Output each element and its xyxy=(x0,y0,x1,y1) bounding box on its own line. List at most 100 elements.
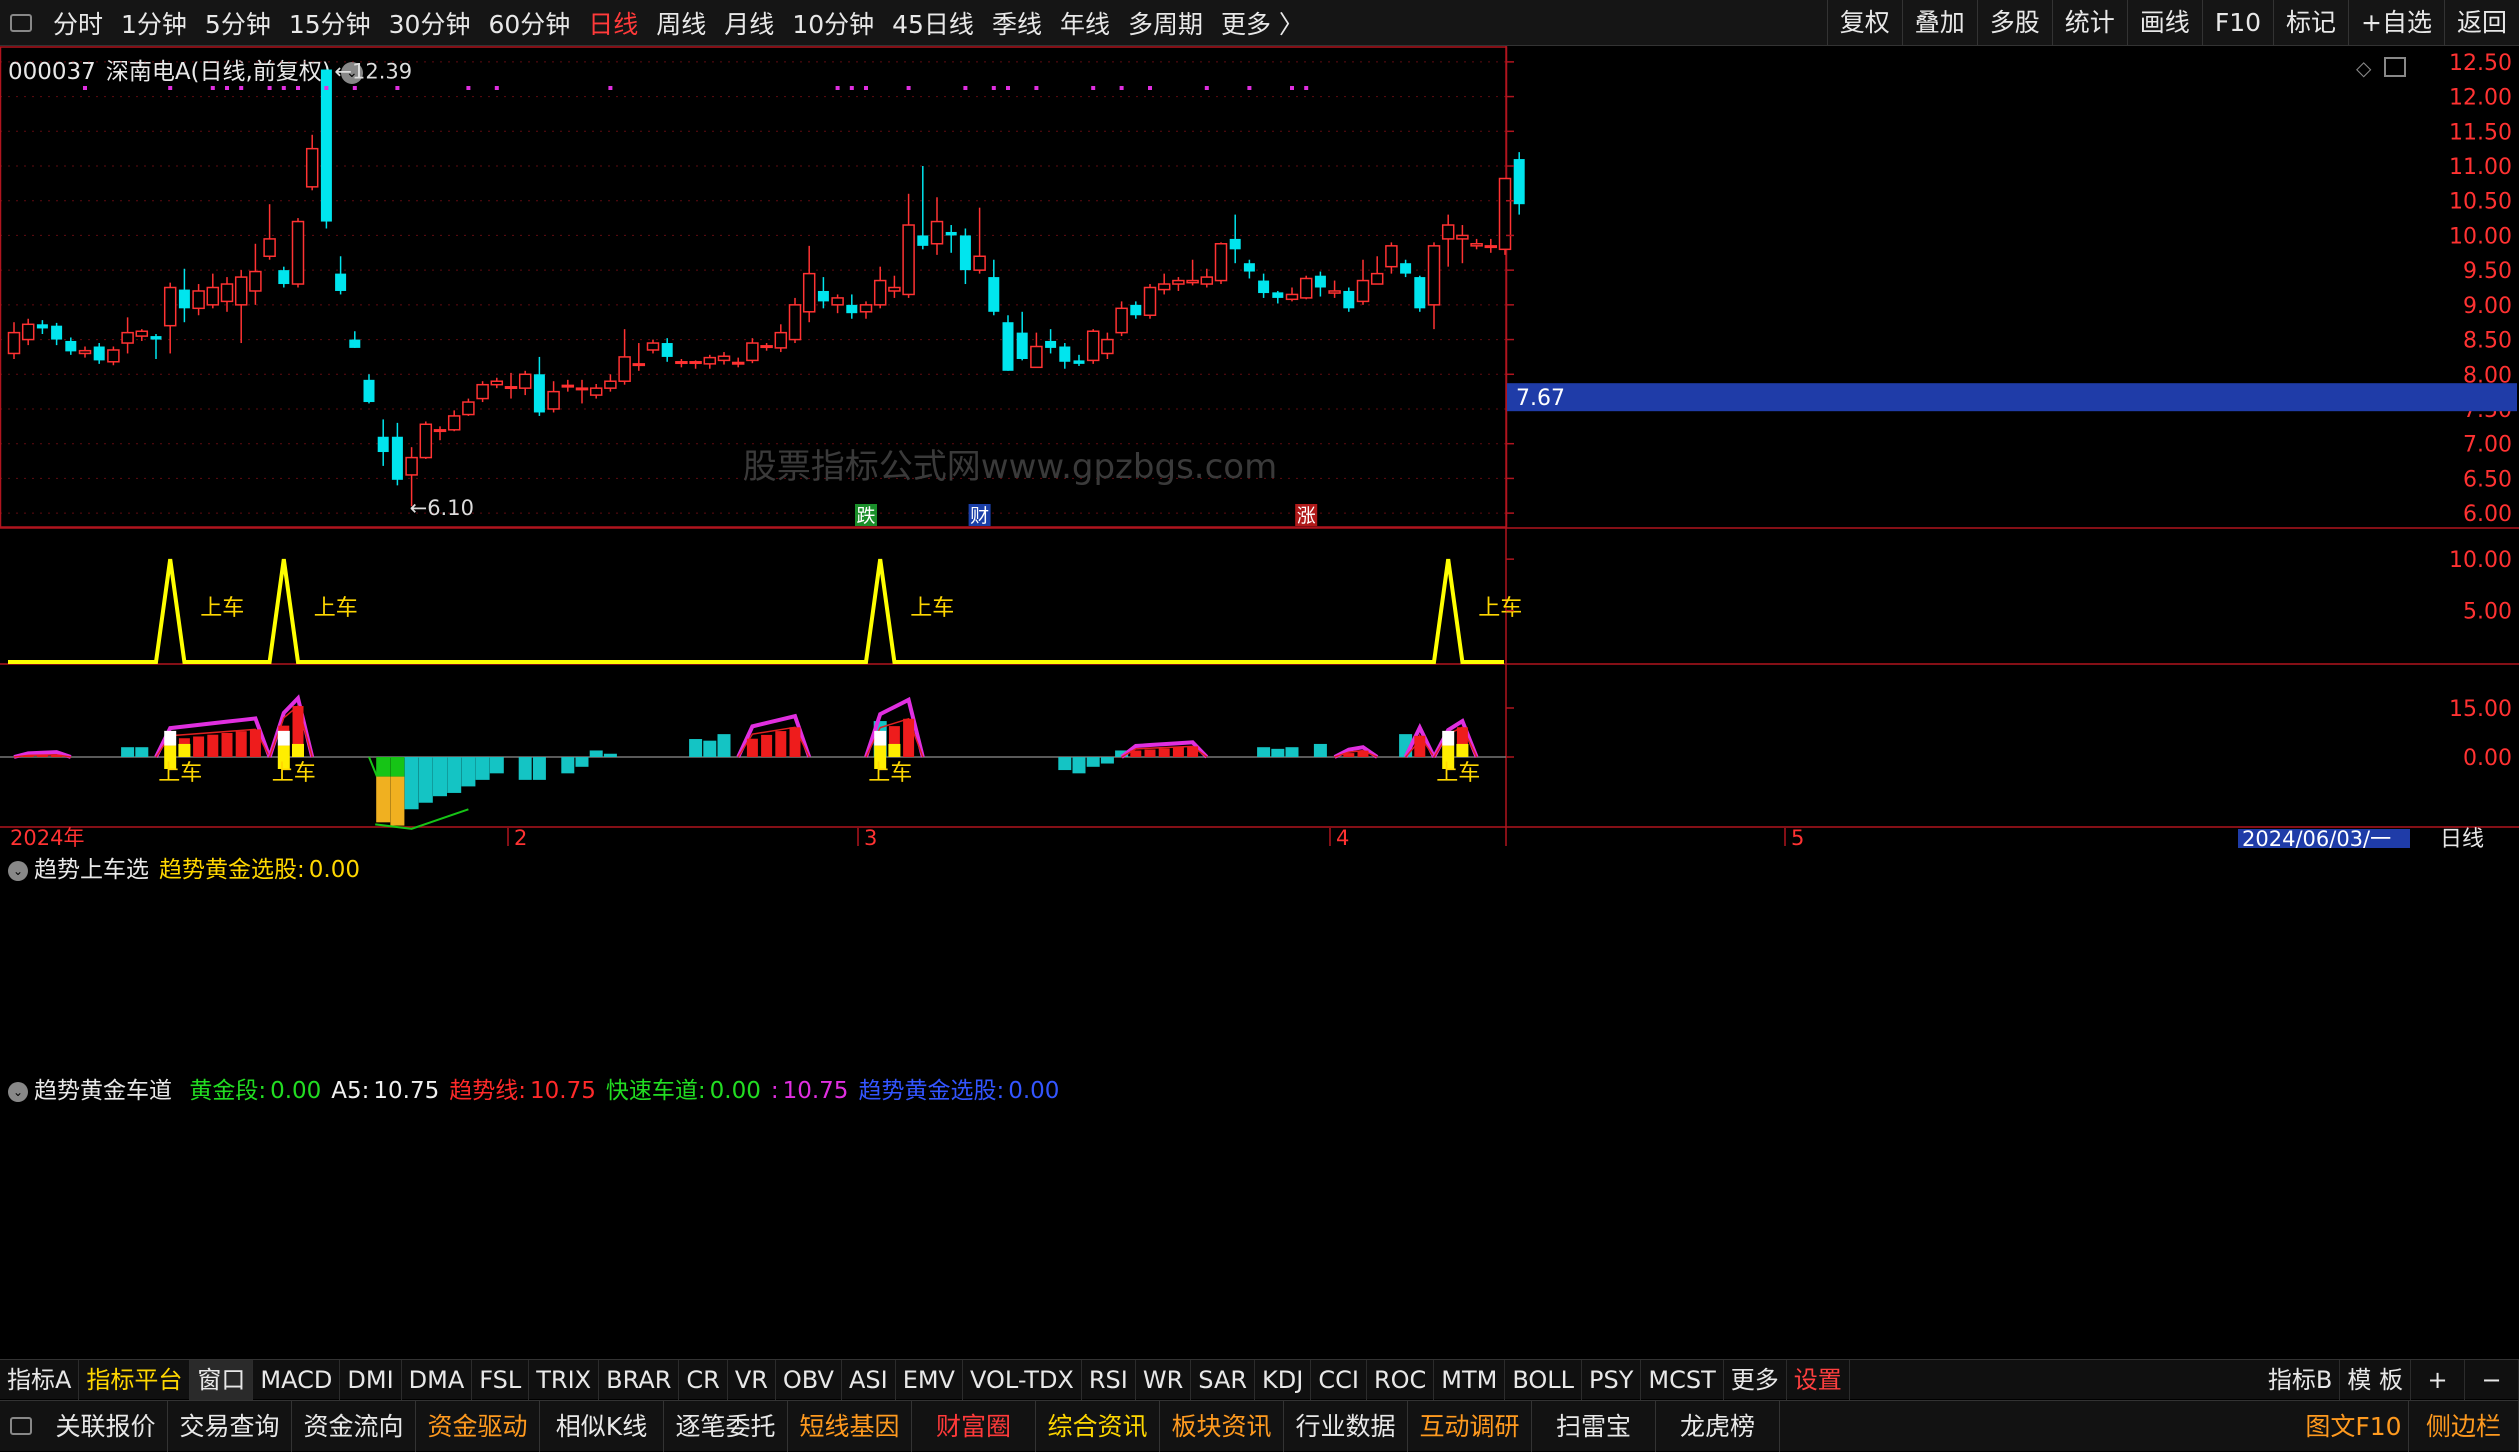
red-bar-0-2 xyxy=(36,755,48,757)
red-bar-3-55 xyxy=(789,727,801,757)
period-tab-8[interactable]: 月线 xyxy=(715,5,783,41)
indicator-right-1[interactable]: 模 板 xyxy=(2340,1360,2411,1400)
indicator-tab-26[interactable]: 设置 xyxy=(1787,1359,1850,1400)
function-tab-4[interactable]: 相似K线 xyxy=(540,1400,664,1452)
indicator-tab-22[interactable]: BOLL xyxy=(1505,1359,1583,1400)
indicator-tab-23[interactable]: PSY xyxy=(1582,1359,1642,1400)
period-tab-1[interactable]: 1分钟 xyxy=(112,5,196,41)
period-tab-3[interactable]: 15分钟 xyxy=(280,5,380,41)
window-menu-icon[interactable] xyxy=(10,13,32,32)
gold-block-cyan-9 xyxy=(489,757,504,774)
cyan-neg-bar-0 xyxy=(518,757,532,780)
signal-dot-14 xyxy=(835,86,840,90)
function-tab-3[interactable]: 资金驱动 xyxy=(416,1400,540,1452)
indicator-right-2[interactable]: + xyxy=(2411,1360,2465,1400)
yellow-bar-2a xyxy=(874,745,887,757)
candle-body-81 xyxy=(1157,283,1171,291)
indicator-right-0[interactable]: 指标B xyxy=(2261,1360,2341,1400)
indicator-tab-8[interactable]: BRAR xyxy=(599,1359,680,1400)
p1-tick-1: 5.00 xyxy=(2463,600,2512,625)
gold-block-cyan-8 xyxy=(475,757,490,780)
indicator-tab-1[interactable]: 指标平台 xyxy=(79,1359,191,1400)
top-button-7[interactable]: +自选 xyxy=(2348,0,2444,46)
period-tab-6[interactable]: 日线 xyxy=(579,5,647,41)
indicator-tab-19[interactable]: CCI xyxy=(1311,1359,1367,1400)
candle-body-76 xyxy=(1086,330,1100,362)
indicator-tab-5[interactable]: DMA xyxy=(402,1359,473,1400)
cyan-bar-7 xyxy=(1072,757,1086,774)
signal-dot-10 xyxy=(395,86,400,90)
indicator-tab-14[interactable]: VOL-TDX xyxy=(963,1359,1082,1400)
indicator-tab-20[interactable]: ROC xyxy=(1367,1359,1435,1400)
top-button-0[interactable]: 复权 xyxy=(1826,0,1902,46)
date-label-2: 3 xyxy=(864,826,877,850)
indicator-tab-12[interactable]: ASI xyxy=(842,1359,896,1400)
function-tab-5[interactable]: 逐笔委托 xyxy=(664,1400,788,1452)
indicator-tab-0[interactable]: 指标A xyxy=(0,1359,80,1400)
indicator-tab-18[interactable]: KDJ xyxy=(1255,1359,1312,1400)
function-tab-6[interactable]: 短线基因 xyxy=(788,1400,912,1452)
indicator-tab-7[interactable]: TRIX xyxy=(529,1359,600,1400)
top-button-8[interactable]: 返回 xyxy=(2443,0,2519,46)
signal-dot-24 xyxy=(1148,86,1152,90)
function-tab-11[interactable]: 互动调研 xyxy=(1408,1400,1532,1452)
cyan-bar-14 xyxy=(1313,743,1327,757)
function-tab-12[interactable]: 扫雷宝 xyxy=(1532,1400,1656,1452)
period-tab-0[interactable]: 分时 xyxy=(44,5,112,41)
indicator-tab-11[interactable]: OBV xyxy=(776,1359,842,1400)
function-tab-8[interactable]: 综合资讯 xyxy=(1036,1400,1160,1452)
indicator-tab-4[interactable]: DMI xyxy=(340,1359,402,1400)
candle-body-79 xyxy=(1130,304,1142,316)
function-tab-10[interactable]: 行业数据 xyxy=(1284,1400,1408,1452)
indicator-tab-3[interactable]: MACD xyxy=(253,1359,341,1400)
red-bar-5-79 xyxy=(1130,750,1142,757)
period-tab-2[interactable]: 5分钟 xyxy=(196,5,280,41)
period-tab-7[interactable]: 周线 xyxy=(647,5,715,41)
chart-area: 股票指标公式网www.gpzbgs.com ←12.39←6.10 跌财涨 上车上… xyxy=(0,46,2519,852)
top-button-4[interactable]: 画线 xyxy=(2126,0,2202,46)
indicator-tab-15[interactable]: RSI xyxy=(1082,1359,1136,1400)
top-button-1[interactable]: 叠加 xyxy=(1901,0,1977,46)
function-tab-0[interactable]: 关联报价 xyxy=(44,1400,168,1452)
period-tab-4[interactable]: 30分钟 xyxy=(380,5,480,41)
candle-body-51 xyxy=(731,361,745,365)
indicator-tab-25[interactable]: 更多 xyxy=(1724,1359,1787,1400)
indicator-right-3[interactable]: − xyxy=(2465,1360,2519,1400)
function-tab-9[interactable]: 板块资讯 xyxy=(1160,1400,1284,1452)
function-right-1[interactable]: 侧边栏 xyxy=(2409,1401,2519,1452)
function-tab-2[interactable]: 资金流向 xyxy=(292,1400,416,1452)
period-tab-13[interactable]: 多周期 xyxy=(1119,5,1212,41)
indicator-tab-2[interactable]: 窗口 xyxy=(190,1359,254,1400)
yellow-bar-0b xyxy=(178,743,191,757)
period-tab-14[interactable]: 更多 〉 xyxy=(1212,5,1313,41)
period-tab-11[interactable]: 季线 xyxy=(983,5,1051,41)
indicator-tab-9[interactable]: CR xyxy=(679,1359,728,1400)
indicator-tab-13[interactable]: EMV xyxy=(896,1359,963,1400)
candle-body-14 xyxy=(206,286,220,306)
top-button-6[interactable]: 标记 xyxy=(2273,0,2348,46)
function-tab-1[interactable]: 交易查询 xyxy=(168,1400,292,1452)
indicator-tab-17[interactable]: SAR xyxy=(1191,1359,1256,1400)
period-tab-9[interactable]: 10分钟 xyxy=(783,5,883,41)
top-button-2[interactable]: 多股 xyxy=(1976,0,2052,46)
candle-body-21 xyxy=(305,147,319,188)
indicator-tab-24[interactable]: MCST xyxy=(1641,1359,1724,1400)
candle-body-87 xyxy=(1243,263,1255,272)
indicator-tab-6[interactable]: FSL xyxy=(472,1359,530,1400)
top-button-3[interactable]: 统计 xyxy=(2051,0,2127,46)
period-tab-10[interactable]: 45日线 xyxy=(883,5,983,41)
indicator-tab-21[interactable]: MTM xyxy=(1434,1359,1506,1400)
function-tab-7[interactable]: 财富圈 xyxy=(912,1400,1036,1452)
indicator-tab-10[interactable]: VR xyxy=(728,1359,776,1400)
function-tab-13[interactable]: 龙虎榜 xyxy=(1656,1400,1780,1452)
indicator-tab-16[interactable]: WR xyxy=(1136,1359,1192,1400)
top-button-5[interactable]: F10 xyxy=(2201,0,2273,46)
red-bar-6-94 xyxy=(1343,753,1355,757)
candle-body-33 xyxy=(476,383,489,400)
period-tab-12[interactable]: 年线 xyxy=(1051,5,1119,41)
candle-body-67 xyxy=(959,235,971,271)
function-right-0[interactable]: 图文F10 xyxy=(2299,1401,2409,1452)
bottom-window-icon[interactable] xyxy=(10,1417,32,1435)
period-tab-5[interactable]: 60分钟 xyxy=(479,5,579,41)
magenta-line-2 xyxy=(267,694,315,758)
